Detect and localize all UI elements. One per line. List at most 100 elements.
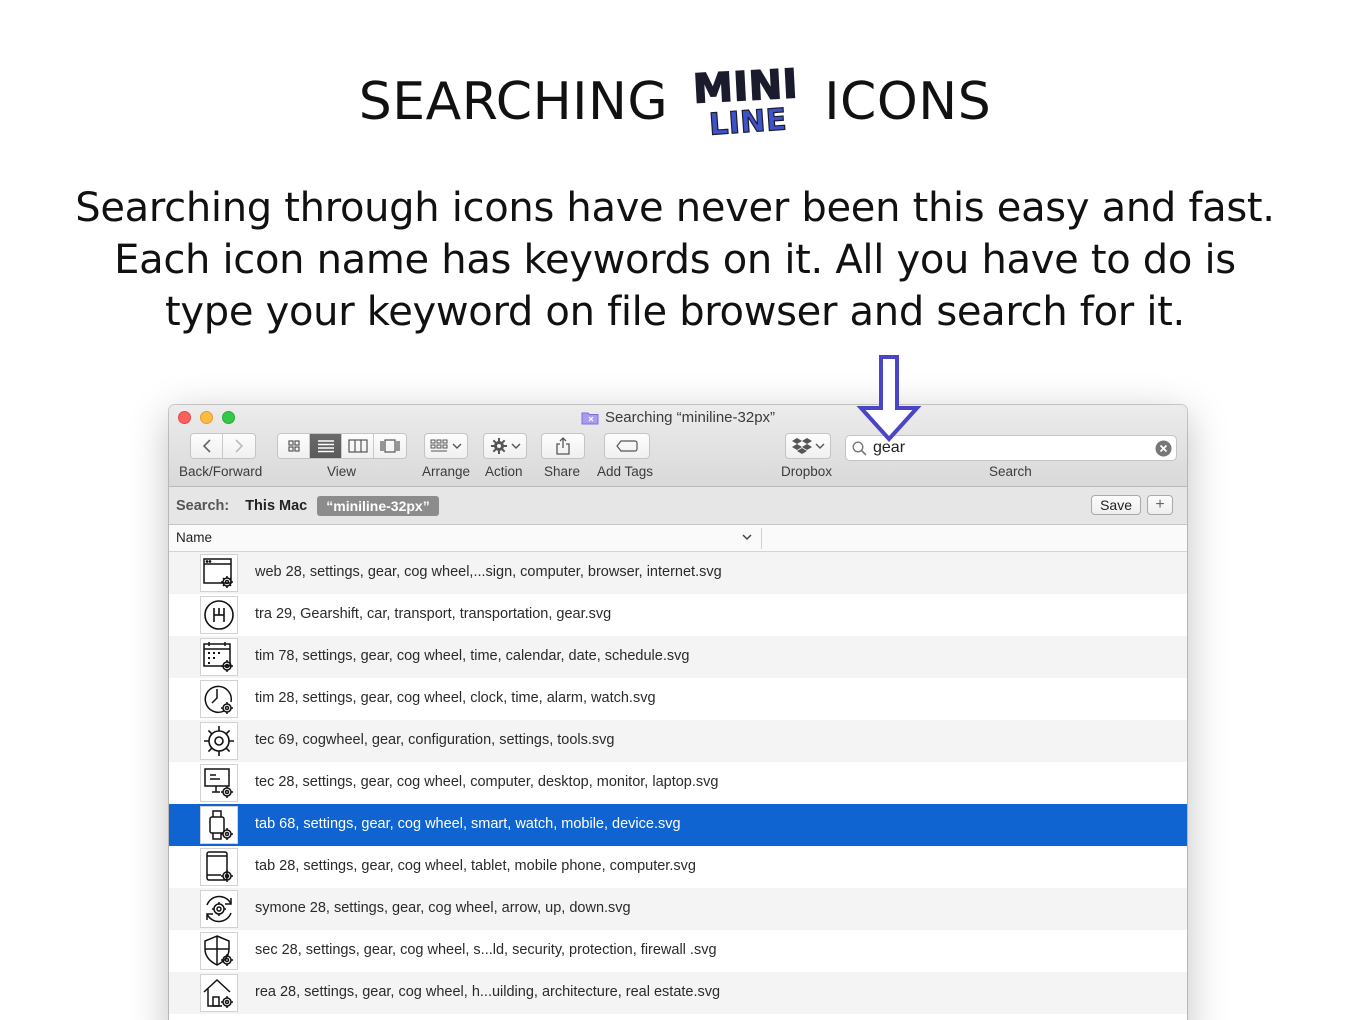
back-forward-label: Back/Forward (179, 464, 263, 479)
column-header: Name (169, 525, 1187, 552)
file-thumbnail (200, 890, 238, 928)
action-label: Action (485, 464, 523, 479)
file-row[interactable]: rea 28, settings, gear, cog wheel, h...u… (169, 972, 1187, 1014)
file-thumbnail (200, 974, 238, 1012)
name-column-header[interactable]: Name (176, 530, 212, 545)
file-row[interactable]: web 28, settings, gear, cog wheel,...sig… (169, 552, 1187, 594)
miniline-logo: MINI LINE (690, 66, 802, 138)
smart-folder-icon (581, 412, 599, 424)
chevron-down-icon (511, 443, 520, 449)
file-row[interactable]: tim 78, settings, gear, cog wheel, time,… (169, 636, 1187, 678)
add-tags-label: Add Tags (597, 464, 654, 479)
file-name: tec 28, settings, gear, cog wheel, compu… (255, 774, 719, 790)
chevron-down-icon (815, 443, 824, 449)
grid-icon (287, 440, 300, 452)
gallery-view-button[interactable] (374, 434, 406, 458)
share-label: Share (544, 464, 581, 479)
headline-right: ICONS (824, 72, 992, 132)
file-row[interactable]: sec 28, settings, gear, cog wheel, s...l… (169, 930, 1187, 972)
action-button[interactable] (483, 433, 527, 459)
back-button[interactable] (191, 434, 223, 458)
list-icon (317, 440, 334, 453)
finder-window: Searching “miniline-32px” Back/Forward V… (169, 405, 1187, 1020)
file-thumbnail (200, 722, 238, 760)
file-name: tim 78, settings, gear, cog wheel, time,… (255, 648, 690, 664)
file-thumbnail (200, 554, 238, 592)
search-scope-bar: Search: This Mac “miniline-32px” Save + (169, 487, 1187, 525)
gearshift-icon (204, 600, 234, 630)
columns-icon (347, 439, 368, 453)
browser-gear-icon (203, 558, 233, 588)
list-view-button[interactable] (310, 434, 342, 458)
svg-text:LINE: LINE (708, 102, 788, 138)
file-name: tra 29, Gearshift, car, transport, trans… (255, 606, 612, 622)
file-list: web 28, settings, gear, cog wheel,...sig… (169, 552, 1187, 1014)
file-name: tab 28, settings, gear, cog wheel, table… (255, 858, 696, 874)
file-thumbnail (200, 680, 238, 718)
file-thumbnail (200, 932, 238, 970)
cogwheel-icon (204, 726, 234, 756)
headline: SEARCHING MINI LINE ICONS (0, 62, 1350, 142)
file-thumbnail (200, 848, 238, 886)
dropbox-button[interactable] (785, 433, 831, 459)
sort-chevron-down-icon[interactable] (741, 531, 753, 543)
scope-folder[interactable]: “miniline-32px” (317, 495, 439, 516)
file-thumbnail (200, 596, 238, 634)
share-button[interactable] (541, 433, 585, 459)
window-title-text: Searching “miniline-32px” (604, 409, 776, 426)
add-tags-button[interactable] (604, 433, 650, 459)
arrange-label: Arrange (422, 464, 471, 479)
action-group (483, 433, 527, 461)
file-row[interactable]: symone 28, settings, gear, cog wheel, ar… (169, 888, 1187, 930)
view-label: View (327, 464, 357, 479)
tagline-line-2: Each icon name has keywords on it. All y… (114, 237, 1236, 283)
scope-this-mac[interactable]: This Mac (245, 498, 307, 514)
forward-button[interactable] (223, 434, 255, 458)
arrange-group (424, 433, 468, 461)
share-group (541, 433, 585, 461)
gear-icon (490, 438, 507, 454)
file-name: sec 28, settings, gear, cog wheel, s...l… (255, 942, 717, 958)
file-thumbnail (200, 638, 238, 676)
add-tags-group (604, 433, 650, 461)
file-row[interactable]: tim 28, settings, gear, cog wheel, clock… (169, 678, 1187, 720)
chevron-left-icon (202, 439, 211, 453)
file-row[interactable]: tec 69, cogwheel, gear, configuration, s… (169, 720, 1187, 762)
dropbox-group (785, 433, 831, 461)
arrange-grid-icon (430, 439, 448, 452)
tagline-line-1: Searching through icons have never been … (75, 185, 1275, 231)
clear-search-icon[interactable] (1155, 440, 1172, 457)
tag-icon (616, 440, 638, 452)
house-gear-icon (203, 978, 233, 1008)
clock-gear-icon (204, 685, 233, 714)
smartwatch-gear-icon (209, 810, 233, 840)
tagline: Searching through icons have never been … (60, 182, 1290, 338)
file-row[interactable]: tra 29, Gearshift, car, transport, trans… (169, 594, 1187, 636)
view-group (277, 433, 407, 461)
sync-gear-icon (206, 895, 232, 923)
chevron-right-icon (235, 439, 244, 453)
shield-gear-icon (204, 935, 233, 966)
file-name: tim 28, settings, gear, cog wheel, clock… (255, 690, 656, 706)
titlebar: Searching “miniline-32px” Back/Forward V… (169, 405, 1187, 487)
share-icon (556, 437, 570, 455)
add-criteria-button[interactable]: + (1147, 495, 1173, 515)
save-search-button[interactable]: Save (1091, 495, 1141, 515)
back-forward-group (190, 433, 256, 461)
icon-view-button[interactable] (278, 434, 310, 458)
file-row-selected[interactable]: tab 68, settings, gear, cog wheel, smart… (169, 804, 1187, 846)
gallery-icon (380, 439, 400, 453)
column-divider[interactable] (761, 528, 762, 549)
arrange-button[interactable] (424, 433, 468, 459)
dropbox-icon (791, 438, 812, 454)
tablet-gear-icon (206, 851, 233, 882)
file-name: tab 68, settings, gear, cog wheel, smart… (255, 816, 681, 832)
file-name: rea 28, settings, gear, cog wheel, h...u… (255, 984, 721, 1000)
dropbox-label: Dropbox (781, 464, 833, 479)
column-view-button[interactable] (342, 434, 374, 458)
file-row[interactable]: tec 28, settings, gear, cog wheel, compu… (169, 762, 1187, 804)
file-row[interactable]: tab 28, settings, gear, cog wheel, table… (169, 846, 1187, 888)
scope-label: Search: (176, 497, 230, 514)
monitor-gear-icon (204, 768, 233, 798)
search-label: Search (989, 464, 1032, 479)
